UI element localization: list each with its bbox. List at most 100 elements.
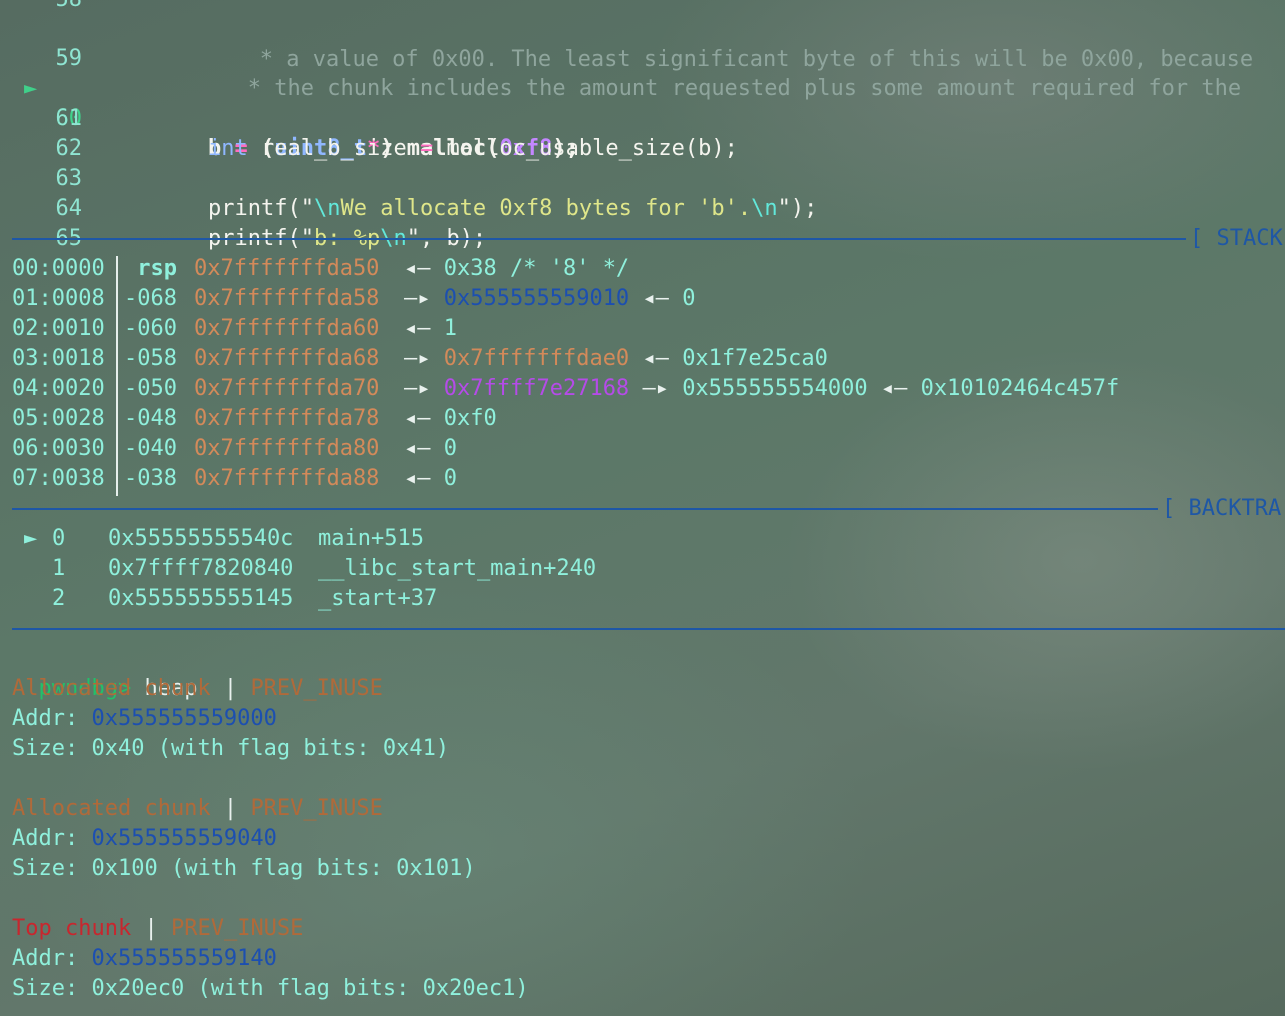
frame-symbol: _start+37 [318, 586, 438, 611]
stack-value: 0 [443, 466, 457, 491]
chunk-type: Allocated chunk [12, 796, 211, 821]
chunk-addr-line: Addr: 0x555555559140 [12, 944, 277, 974]
source-line-63: 63 printf("\nWe allocate 0xf8 bytes for … [12, 134, 1282, 221]
stack-value: 0x7ffff7e27168 [443, 376, 630, 401]
chunk-addr-label: Addr: [12, 826, 92, 851]
stack-offset: rsp [124, 256, 191, 281]
stack-address: 0x7fffffffda68 [194, 346, 380, 371]
chunk-addr: 0x555555559000 [91, 706, 277, 731]
stack-divider [116, 256, 118, 496]
stack-value: 0x1f7e25ca0 [682, 346, 828, 371]
chunk-addr-line: Addr: 0x555555559000 [12, 704, 277, 734]
frame-symbol: __libc_start_main+240 [318, 556, 597, 581]
chunk-addr-label: Addr: [12, 946, 92, 971]
stack-value: 0x555555554000 [682, 376, 868, 401]
stack-offset: -038 [124, 466, 191, 491]
chunk-size-line: Size: 0x20ec0 (with flag bits: 0x20ec1) [12, 974, 529, 1004]
stack-index: 01:0008 [12, 286, 105, 311]
frame-address: 0x7ffff7820840 [108, 556, 294, 581]
stack-offset: -048 [124, 406, 191, 431]
chunk-size: 0x40 (with flag bits: 0x41) [91, 736, 450, 761]
stack-address: 0x7fffffffda78 [194, 406, 380, 431]
stack-value-chain: ◂— 0xf0 [404, 404, 497, 434]
source-line-64: 64 printf("b: %p\n", b); [12, 164, 1282, 251]
chunk-separator: | [210, 796, 251, 821]
frame-symbol: main+515 [318, 526, 424, 551]
pointer-arrow: ◂— [880, 376, 908, 401]
pointer-arrow: ◂— [404, 436, 431, 461]
chunk-addr: 0x555555559140 [91, 946, 277, 971]
chunk-addr-line: Addr: 0x555555559040 [12, 824, 277, 854]
stack-address: 0x7fffffffda60 [194, 316, 380, 341]
stack-offset: -060 [124, 316, 191, 341]
stack-value: 0x10102464c457f [920, 376, 1120, 401]
source-line-65: 65 [12, 194, 1282, 251]
stack-value: 0x38 /* '8' */ [443, 256, 630, 281]
stack-section-title: [ STACK [1190, 226, 1283, 251]
chunk-flag: PREV_INUSE [250, 796, 383, 821]
stack-separator [12, 238, 1186, 240]
stack-value: 0x555555559010 [443, 286, 630, 311]
pointer-arrow: ◂— [404, 256, 431, 281]
chunk-size-line: Size: 0x40 (with flag bits: 0x41) [12, 734, 449, 764]
stack-address: 0x7fffffffda88 [194, 466, 380, 491]
pointer-arrow: ◂— [404, 466, 431, 491]
pointer-arrow: ◂— [642, 286, 669, 311]
stack-index: 07:0038 [12, 466, 105, 491]
backtrace-separator [12, 508, 1158, 510]
stack-value: 0 [443, 436, 457, 461]
chunk-header: Allocated chunk | PREV_INUSE [12, 674, 383, 704]
pointer-arrow: —▸ [404, 346, 431, 371]
chunk-size-label: Size: [12, 976, 92, 1001]
frame-number: 1 [52, 556, 66, 581]
stack-offset: -058 [124, 346, 191, 371]
chunk-addr: 0x555555559040 [91, 826, 277, 851]
stack-address: 0x7fffffffda58 [194, 286, 380, 311]
pointer-arrow: —▸ [404, 286, 431, 311]
chunk-size-label: Size: [12, 856, 92, 881]
stack-value-chain: —▸ 0x555555559010 ◂— 0 [404, 284, 695, 314]
stack-value-chain: ◂— 0 [404, 434, 457, 464]
pointer-arrow: ◂— [642, 346, 669, 371]
current-frame-marker: ► [24, 526, 38, 551]
pointer-arrow: ◂— [404, 406, 431, 431]
stack-address: 0x7fffffffda50 [194, 256, 380, 281]
frame-number: 0 [52, 526, 66, 551]
chunk-separator: | [131, 916, 171, 941]
chunk-size: 0x100 (with flag bits: 0x101) [91, 856, 476, 881]
chunk-size: 0x20ec0 (with flag bits: 0x20ec1) [91, 976, 529, 1001]
stack-index: 04:0020 [12, 376, 105, 401]
stack-index: 05:0028 [12, 406, 105, 431]
pointer-arrow: —▸ [404, 376, 431, 401]
chunk-type: Allocated chunk [12, 676, 211, 701]
stack-value: 1 [443, 316, 457, 341]
stack-value-chain: ◂— 0 [404, 464, 457, 494]
stack-index: 03:0018 [12, 346, 105, 371]
stack-value-chain: —▸ 0x7fffffffdae0 ◂— 0x1f7e25ca0 [404, 344, 828, 374]
chunk-type: Top chunk [12, 916, 132, 941]
stack-index: 06:0030 [12, 436, 105, 461]
stack-index: 02:0010 [12, 316, 105, 341]
source-line-59: 59 * the chunk includes the amount reque… [12, 14, 1282, 101]
chunk-separator: | [210, 676, 251, 701]
stack-offset: -040 [124, 436, 191, 461]
pointer-arrow: ◂— [404, 316, 431, 341]
stack-value-chain: —▸ 0x7ffff7e27168 —▸ 0x555555554000 ◂— 0… [404, 374, 1119, 404]
frame-address: 0x55555555540c [108, 526, 294, 551]
pointer-arrow: —▸ [642, 376, 669, 401]
chunk-header: Top chunk | PREV_INUSE [12, 914, 303, 944]
source-line-58: 58 * a value of 0x00. The least signific… [12, 0, 1254, 72]
stack-value-chain: ◂— 0x38 /* '8' */ [404, 254, 629, 284]
stack-index: 00:0000 [12, 256, 105, 281]
source-line-number: 58 [52, 0, 83, 15]
chunk-flag: PREV_INUSE [250, 676, 383, 701]
source-line-62: 62 [12, 104, 1282, 161]
chunk-size-line: Size: 0x100 (with flag bits: 0x101) [12, 854, 476, 884]
frame-address: 0x555555555145 [108, 586, 294, 611]
stack-value-chain: ◂— 1 [404, 314, 457, 344]
stack-offset: -068 [124, 286, 191, 311]
frame-number: 2 [52, 586, 66, 611]
stack-offset: -050 [124, 376, 191, 401]
stack-value: 0 [682, 286, 696, 311]
console-separator [12, 628, 1285, 630]
